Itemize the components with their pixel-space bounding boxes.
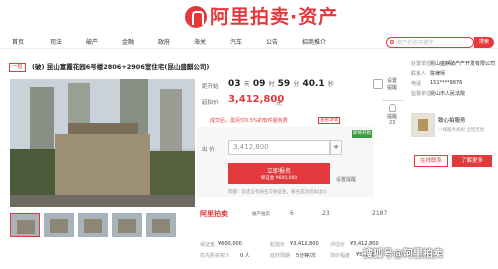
search-placeholder: 资产名称/关键字 <box>397 40 434 46</box>
start-price-label: 起拍价 <box>202 100 219 106</box>
watch-count: 2187 <box>372 210 388 217</box>
online-contact-button[interactable]: 在线联系 <box>414 155 448 167</box>
search-input[interactable]: 资产名称/关键字 <box>386 37 474 48</box>
nav-item-investment[interactable]: 招商推介 <box>302 37 326 46</box>
set-reminder-link[interactable]: 设置提醒 <box>336 176 356 183</box>
nav-item-finance[interactable]: 金融 <box>122 37 134 46</box>
contact-value: 陈律师 <box>430 71 446 77</box>
search-icon <box>390 40 394 44</box>
side-remind-label: 提醒 <box>387 114 398 120</box>
extend-value: 5分钟/次 <box>296 253 316 259</box>
countdown-timer: 03 天 09 时 59 分 40.1 秒 <box>228 79 334 89</box>
fee-detail-link[interactable]: 查看详情 <box>318 117 340 124</box>
extend-label: 延时周期 <box>270 253 291 259</box>
reminder-settings-icon[interactable] <box>373 79 383 89</box>
step-label: 加价幅度 <box>330 253 351 259</box>
bid-amount-input[interactable]: 3,412,800 <box>228 140 330 155</box>
supervisor-label: 监督单位 <box>411 91 432 97</box>
seller-label: 处置单位 <box>411 61 432 67</box>
contact-label: 联系人 <box>411 71 427 77</box>
brand-logo-icon <box>185 6 207 28</box>
learn-more-button[interactable]: 了解更多 <box>452 155 492 167</box>
price-unit: 元 <box>276 100 283 107</box>
round-badge: 一拍 <box>9 63 26 72</box>
side-remind-count: 23 <box>389 120 396 126</box>
nav-item-home[interactable]: 首页 <box>12 37 24 46</box>
deposit-value: ¥600,000 <box>218 241 242 247</box>
register-label: 立即报名 <box>266 168 291 175</box>
org-logo <box>411 113 435 137</box>
bell-icon[interactable] <box>389 104 396 112</box>
nav-item-notice[interactable]: 公告 <box>266 37 278 46</box>
seller-value: 昆山盛麒破产产开发有限公司 <box>430 61 496 67</box>
deposit-label: 保证金 <box>200 242 216 248</box>
bid-label: 出 价 <box>202 147 215 153</box>
org-description: 一线服务机构 全程无忧 <box>438 128 485 133</box>
thumbnail[interactable] <box>78 213 108 237</box>
assess-label: 评估价 <box>330 242 346 248</box>
nav-item-auto[interactable]: 汽车 <box>230 37 242 46</box>
auction-type-label: 破产拍卖 <box>252 212 270 217</box>
countdown-label: 距开始 <box>202 84 219 90</box>
watermark-text: 搜狐号@阿里拍卖 <box>363 249 443 260</box>
org-name[interactable]: 致心拍服务 <box>438 116 466 124</box>
main-photo[interactable] <box>10 79 195 207</box>
start-label: 起拍价 <box>270 242 286 248</box>
increase-bid-button[interactable]: + <box>330 140 342 155</box>
nav-item-bankruptcy[interactable]: 破产 <box>86 37 98 46</box>
start-value: ¥3,412,800 <box>290 241 319 247</box>
supervisor-value: 昆山市人民法院 <box>430 91 466 97</box>
register-button[interactable]: 立即报名 保证金 ¥600,000 <box>228 163 330 184</box>
side-reminder-label: 设置提醒 <box>387 78 398 91</box>
thumbnail[interactable] <box>10 213 40 237</box>
side-divider <box>382 100 404 101</box>
phone-label: 电话 <box>411 81 422 87</box>
listing-title: (破) 昆山富霞花园6号楼2806+2906室住宅(昆山盛麒公司) <box>32 63 210 71</box>
thumbnail[interactable] <box>146 213 176 237</box>
thumbnail[interactable] <box>112 213 142 237</box>
nav-item-government[interactable]: 政府 <box>158 37 170 46</box>
phone-value: 151****9876 <box>430 80 463 86</box>
thumbnail[interactable] <box>44 213 74 237</box>
views-count: 6 <box>290 210 294 217</box>
search-button[interactable]: 搜索 <box>474 37 494 48</box>
priority-label: 优先购买权人 <box>200 253 231 259</box>
auction-logo-small: 阿里拍卖 <box>200 210 228 218</box>
register-deposit: 保证金 ¥600,000 <box>260 176 298 181</box>
nav-item-customs[interactable]: 海关 <box>194 37 206 46</box>
bid-panel-background <box>197 127 374 197</box>
remind-count: 23 <box>322 210 330 217</box>
register-tip: 提醒：您还没有报名交保证金，报名成功后再出价 <box>228 190 327 195</box>
priority-value: 0 人 <box>240 253 250 259</box>
nav-item-judicial[interactable]: 司法 <box>50 37 62 46</box>
service-fee-notice: 成交后，需另付0.5%的软件服务费 <box>210 118 288 124</box>
status-badge: 即将开始 <box>352 130 372 138</box>
brand-logo-text: 阿里拍卖·资产 <box>210 6 339 28</box>
